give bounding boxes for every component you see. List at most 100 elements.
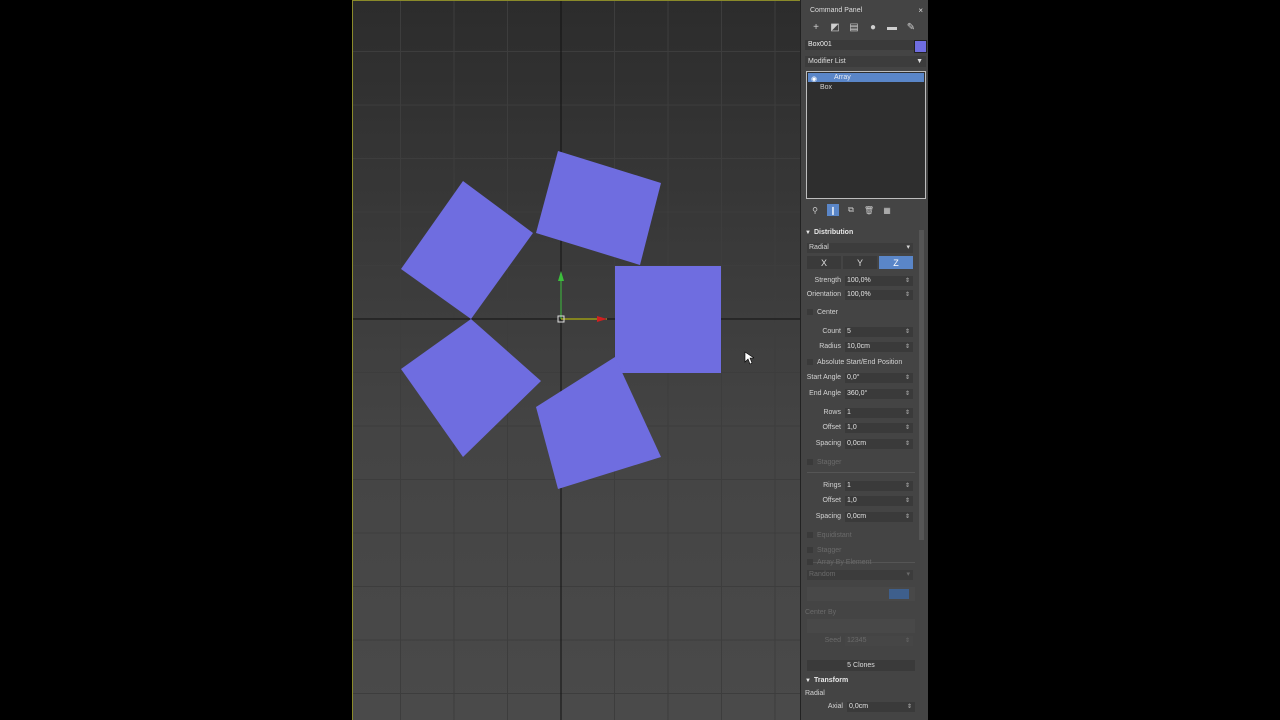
remove-modifier-icon[interactable]: 🗑 <box>863 204 875 216</box>
viewport[interactable] <box>352 0 800 720</box>
spinner-arrows-icon[interactable]: ⇕ <box>905 276 910 286</box>
center-checkbox[interactable]: Center <box>807 309 838 316</box>
checkbox-icon[interactable] <box>807 359 813 366</box>
configure-modifier-sets-icon[interactable]: ▦ <box>881 204 893 216</box>
transform-gizmo[interactable] <box>557 271 607 323</box>
count-spinner[interactable]: 5 ⇕ <box>845 327 913 337</box>
rows-offset-spinner[interactable]: 1,0 ⇕ <box>845 423 913 433</box>
array-clone-5[interactable] <box>536 357 661 489</box>
distribution-mode-value: Radial <box>809 244 829 251</box>
spinner-arrows-icon[interactable]: ⇕ <box>905 408 910 418</box>
spinner-arrows-icon[interactable]: ⇕ <box>905 290 910 300</box>
gizmo-x-arrow-icon[interactable] <box>597 316 607 322</box>
array-clone-3[interactable] <box>401 181 533 319</box>
axis-z-button[interactable]: Z <box>879 256 913 269</box>
stagger-label: Stagger <box>817 547 842 554</box>
rows-spacing-spinner[interactable]: 0,0cm ⇕ <box>845 439 913 449</box>
equidistant-checkbox[interactable]: Equidistant <box>807 532 852 539</box>
modifier-list-dropdown[interactable]: Modifier List ▼ <box>805 56 926 67</box>
make-unique-icon[interactable]: ⧉ <box>845 204 857 216</box>
count-label: Count <box>822 328 841 335</box>
end-angle-spinner[interactable]: 360,0° ⇕ <box>845 389 913 399</box>
random-dropdown[interactable]: Random ▾ <box>807 570 913 580</box>
checkbox-icon[interactable] <box>807 547 813 554</box>
equidistant-label: Equidistant <box>817 532 852 539</box>
viewport-canvas[interactable] <box>353 1 800 720</box>
checkbox-icon[interactable] <box>807 459 813 466</box>
clones-count-badge: 5 Clones <box>807 660 915 671</box>
distribution-mode-dropdown[interactable]: Radial ▾ <box>807 243 913 253</box>
rings-offset-spinner[interactable]: 1,0 ⇕ <box>845 496 913 506</box>
strength-spinner[interactable]: 100,0% ⇕ <box>845 276 913 286</box>
checkbox-icon[interactable] <box>807 532 813 539</box>
stack-toolbar: ⚲ ❙ ⧉ 🗑 ▦ <box>806 203 925 217</box>
start-angle-label: Start Angle <box>806 374 841 381</box>
id-mode-button[interactable] <box>889 589 909 599</box>
modifier-list-label: Modifier List <box>808 58 846 65</box>
utilities-icon[interactable]: ✎ <box>904 20 918 34</box>
random-value: Random <box>809 571 836 578</box>
create-icon[interactable]: + <box>809 20 823 34</box>
show-end-result-icon[interactable]: ❙ <box>827 204 839 216</box>
seed-spinner[interactable]: 12345 ⇕ <box>845 636 913 646</box>
gizmo-y-arrow-icon[interactable] <box>558 271 564 281</box>
spinner-arrows-icon[interactable]: ⇕ <box>905 636 910 646</box>
array-by-element-checkbox[interactable]: Array By Element <box>807 559 871 566</box>
spinner-arrows-icon[interactable]: ⇕ <box>907 702 912 712</box>
panel-scrollbar[interactable] <box>919 230 924 540</box>
spinner-arrows-icon[interactable]: ⇕ <box>905 342 910 352</box>
spinner-arrows-icon[interactable]: ⇕ <box>905 481 910 491</box>
end-angle-value: 360,0° <box>847 390 868 397</box>
motion-icon[interactable]: ● <box>866 20 880 34</box>
spinner-arrows-icon[interactable]: ⇕ <box>905 496 910 506</box>
stack-item-box[interactable]: Box <box>808 83 924 92</box>
stack-item-array[interactable]: ◉ Array <box>808 73 924 83</box>
rollout-expanded-icon: ▼ <box>805 678 811 684</box>
transform-heading: Transform <box>813 677 849 684</box>
chevron-down-icon: ▾ <box>906 244 910 251</box>
rows-stagger-checkbox[interactable]: Stagger <box>807 459 842 466</box>
center-by-buttons <box>807 619 915 633</box>
axial-spinner[interactable]: 0,0cm ⇕ <box>847 702 915 712</box>
axis-y-button[interactable]: Y <box>843 256 877 269</box>
hierarchy-icon[interactable]: ▤ <box>847 20 861 34</box>
modify-icon[interactable]: ◩ <box>828 20 842 34</box>
stack-item-label: Array <box>834 74 851 81</box>
command-panel-titlebar[interactable]: Command Panel × <box>801 5 929 17</box>
stagger-checkbox[interactable]: Stagger <box>807 547 842 554</box>
transform-rollout-header[interactable]: ▼ Transform <box>805 677 917 687</box>
axis-x-button[interactable]: X <box>807 256 841 269</box>
spinner-arrows-icon[interactable]: ⇕ <box>905 327 910 337</box>
spinner-arrows-icon[interactable]: ⇕ <box>905 373 910 383</box>
modifier-stack[interactable]: ◉ Array Box <box>806 71 926 199</box>
center-label: Center <box>817 309 839 316</box>
object-color-swatch[interactable] <box>914 40 927 53</box>
array-clone-2[interactable] <box>536 151 661 265</box>
checkbox-icon[interactable] <box>807 309 813 316</box>
array-clone-1[interactable] <box>615 266 721 373</box>
rows-spacing-label: Spacing <box>815 440 841 447</box>
orientation-spinner[interactable]: 100,0% ⇕ <box>845 290 913 300</box>
display-icon[interactable]: ▬ <box>885 20 899 34</box>
array-by-element-label: Array By Element <box>817 559 872 566</box>
stack-item-label: Box <box>820 84 833 91</box>
object-name-field[interactable]: Box001 <box>805 40 914 50</box>
app-window: Command Panel × + ◩ ▤ ● ▬ ✎ Box001 Modif… <box>352 0 928 720</box>
checkbox-icon[interactable] <box>807 559 813 566</box>
rings-spinner[interactable]: 1 ⇕ <box>845 481 913 491</box>
spinner-arrows-icon[interactable]: ⇕ <box>905 512 910 522</box>
distribution-rollout-header[interactable]: ▼ Distribution <box>805 229 917 239</box>
transform-mode-label: Radial <box>805 690 825 697</box>
spinner-arrows-icon[interactable]: ⇕ <box>905 389 910 399</box>
start-angle-spinner[interactable]: 0,0° ⇕ <box>845 373 913 383</box>
rings-spacing-spinner[interactable]: 0,0cm ⇕ <box>845 512 913 522</box>
absolute-start-end-checkbox[interactable]: Absolute Start/End Position <box>807 359 902 366</box>
radius-spinner[interactable]: 10,0cm ⇕ <box>845 342 913 352</box>
spinner-arrows-icon[interactable]: ⇕ <box>905 423 910 433</box>
close-icon[interactable]: × <box>918 6 923 15</box>
array-clone-4[interactable] <box>401 319 541 457</box>
spinner-arrows-icon[interactable]: ⇕ <box>905 439 910 449</box>
pin-stack-icon[interactable]: ⚲ <box>809 204 821 216</box>
end-angle-label: End Angle <box>809 390 841 397</box>
rows-spinner[interactable]: 1 ⇕ <box>845 408 913 418</box>
